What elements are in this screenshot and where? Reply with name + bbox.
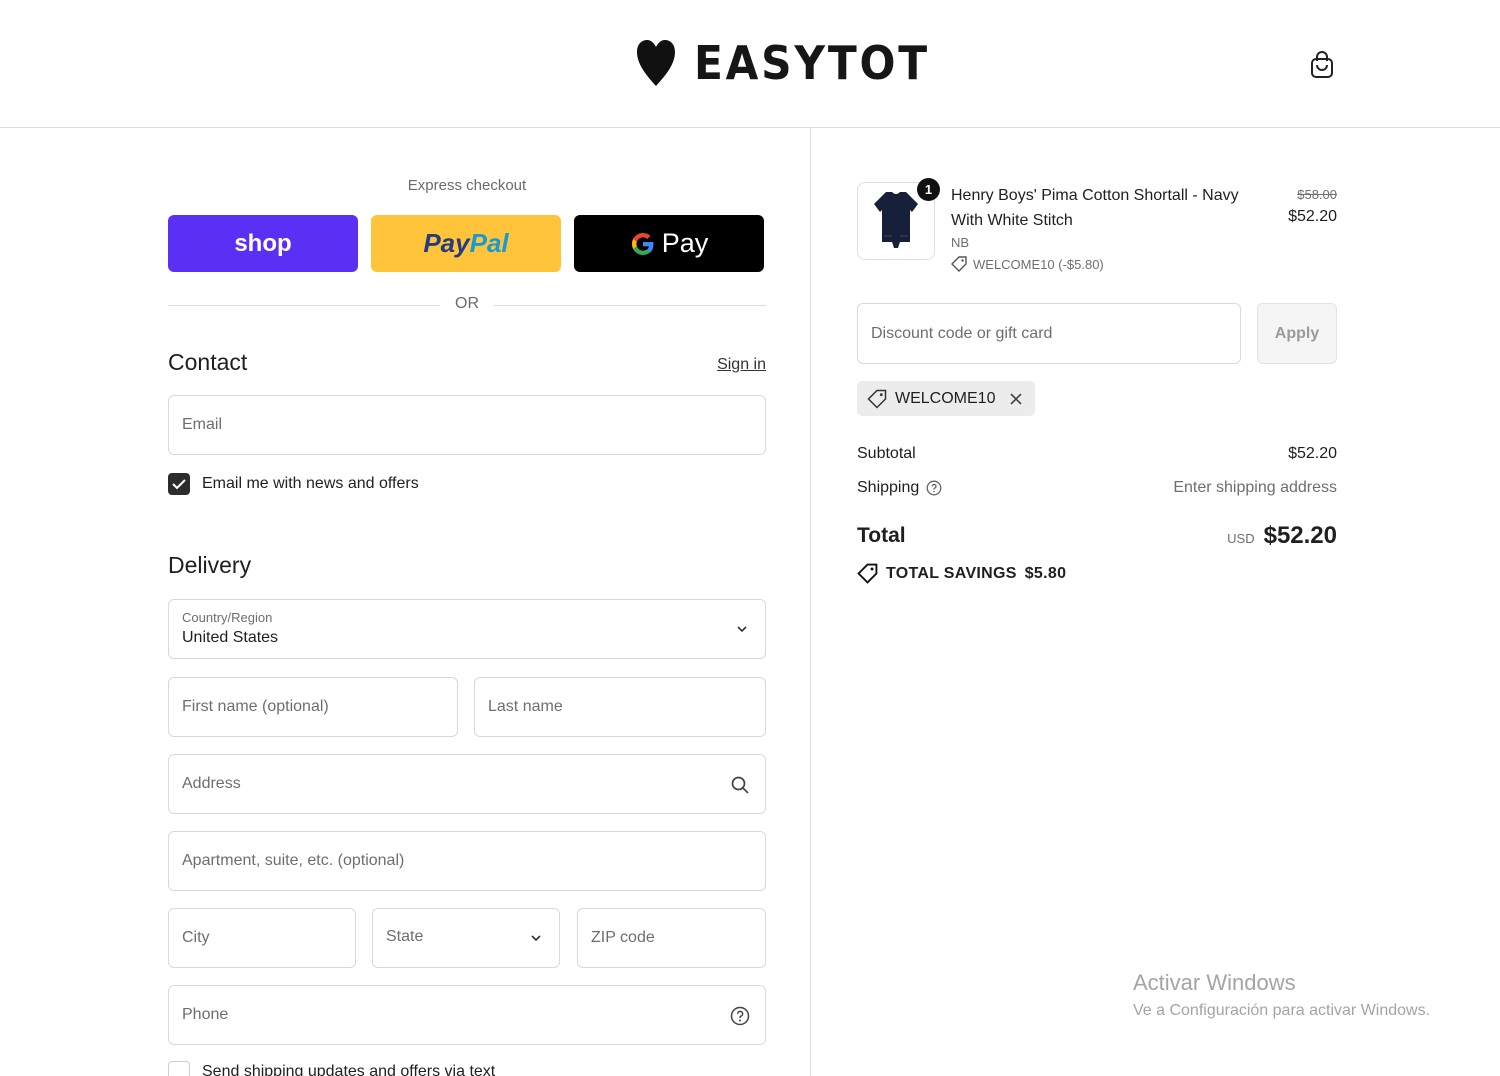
help-circle-icon[interactable] [926, 480, 942, 496]
email-input[interactable] [169, 396, 765, 454]
shipping-row: Shipping Enter shipping address [857, 479, 1337, 497]
windows-activation-watermark: Activar Windows Ve a Configuración para … [1133, 970, 1430, 1020]
first-name-input[interactable] [169, 678, 457, 736]
shop-pay-label: shop [234, 229, 292, 257]
google-pay-label: Pay [661, 228, 709, 258]
chevron-down-icon [737, 626, 747, 633]
phone-input[interactable] [169, 986, 765, 1044]
applied-code-label: WELCOME10 [895, 389, 996, 407]
state-placeholder: State [386, 928, 424, 945]
sms-label: Send shipping updates and offers via tex… [202, 1063, 496, 1076]
checkmark-icon [172, 479, 186, 490]
google-pay-button[interactable]: Pay [574, 215, 764, 272]
last-name-input[interactable] [475, 678, 765, 736]
remove-code-button[interactable] [1009, 392, 1023, 406]
heart-logo-icon [637, 40, 675, 86]
savings-value: $5.80 [1024, 564, 1067, 582]
cart-button[interactable] [1306, 48, 1338, 82]
subtotal-row: Subtotal $52.20 [857, 445, 1337, 463]
product-variant: NB [951, 235, 970, 250]
paypal-label-part2: Pal [469, 228, 509, 258]
tag-icon [951, 256, 967, 272]
apartment-input[interactable] [169, 832, 765, 890]
close-icon [1010, 392, 1023, 405]
shop-pay-button[interactable]: shop [168, 215, 358, 272]
country-value: United States [182, 629, 279, 646]
contact-title: Contact [168, 349, 248, 375]
apply-button[interactable]: Apply [1257, 303, 1337, 364]
email-field[interactable] [168, 395, 766, 455]
brand-name: EASYTOT [694, 36, 930, 90]
chevron-down-icon [531, 935, 541, 942]
zip-field[interactable] [577, 908, 766, 968]
country-label: Country/Region [182, 610, 273, 625]
quantity-badge: 1 [917, 178, 940, 201]
first-name-field[interactable] [168, 677, 458, 737]
item-discount-label: WELCOME10 (-$5.80) [973, 256, 1104, 272]
city-field[interactable] [168, 908, 356, 968]
help-circle-icon[interactable] [729, 1005, 751, 1027]
savings-label: TOTAL SAVINGS [886, 564, 1017, 582]
applied-code-chip: WELCOME10 [857, 381, 1036, 416]
address-input[interactable] [169, 755, 765, 813]
discount-input[interactable] [858, 304, 1240, 363]
total-value: $52.20 [1263, 522, 1337, 549]
brand-logo[interactable]: EASYTOT [636, 38, 950, 88]
google-g-icon [631, 232, 654, 255]
item-discount: WELCOME10 (-$5.80) [951, 256, 1104, 272]
zip-input[interactable] [578, 909, 765, 967]
country-select[interactable]: Country/Region United States [168, 599, 766, 659]
paypal-label-part1: Pay [423, 228, 470, 258]
paypal-button[interactable]: Pay Pal [371, 215, 561, 272]
column-divider [810, 128, 811, 1076]
product-name: Henry Boys' Pima Cotton Shortall - Navy … [951, 187, 1239, 229]
last-name-field[interactable] [474, 677, 766, 737]
total-value-group: USD $52.20 [1227, 522, 1337, 550]
shopping-bag-icon [1311, 51, 1333, 78]
newsletter-label: Email me with news and offers [202, 475, 419, 492]
shipping-value: Enter shipping address [1173, 479, 1337, 496]
apartment-field[interactable] [168, 831, 766, 891]
shipping-label: Shipping [857, 479, 920, 496]
sms-row[interactable]: Send shipping updates and offers via tex… [168, 1061, 495, 1076]
or-divider: OR [168, 295, 766, 315]
tag-icon [857, 563, 878, 584]
subtotal-value: $52.20 [1288, 445, 1337, 462]
watermark-title: Activar Windows [1133, 970, 1296, 995]
state-select[interactable]: State [372, 908, 560, 968]
phone-field[interactable] [168, 985, 766, 1045]
shortall-image-icon [874, 192, 918, 248]
tag-icon [867, 389, 887, 409]
subtotal-label: Subtotal [857, 445, 916, 462]
delivery-title: Delivery [168, 552, 252, 578]
express-checkout-title: Express checkout [407, 177, 527, 194]
city-input[interactable] [169, 909, 355, 967]
sign-in-link[interactable]: Sign in [717, 356, 766, 374]
or-label: OR [455, 295, 479, 312]
address-field[interactable] [168, 754, 766, 814]
sms-checkbox[interactable] [168, 1061, 190, 1076]
currency-code: USD [1227, 531, 1255, 546]
newsletter-row[interactable]: Email me with news and offers [168, 473, 419, 495]
total-label: Total [857, 524, 906, 547]
total-savings: TOTAL SAVINGS $5.80 [857, 563, 1066, 584]
discount-field[interactable] [857, 303, 1241, 364]
sale-price: $52.20 [1288, 208, 1337, 225]
header: EASYTOT [0, 0, 1500, 128]
newsletter-checkbox[interactable] [168, 473, 190, 495]
original-price: $58.00 [1297, 187, 1337, 202]
search-icon [729, 774, 751, 796]
watermark-subtitle: Ve a Configuración para activar Windows. [1133, 1002, 1431, 1019]
